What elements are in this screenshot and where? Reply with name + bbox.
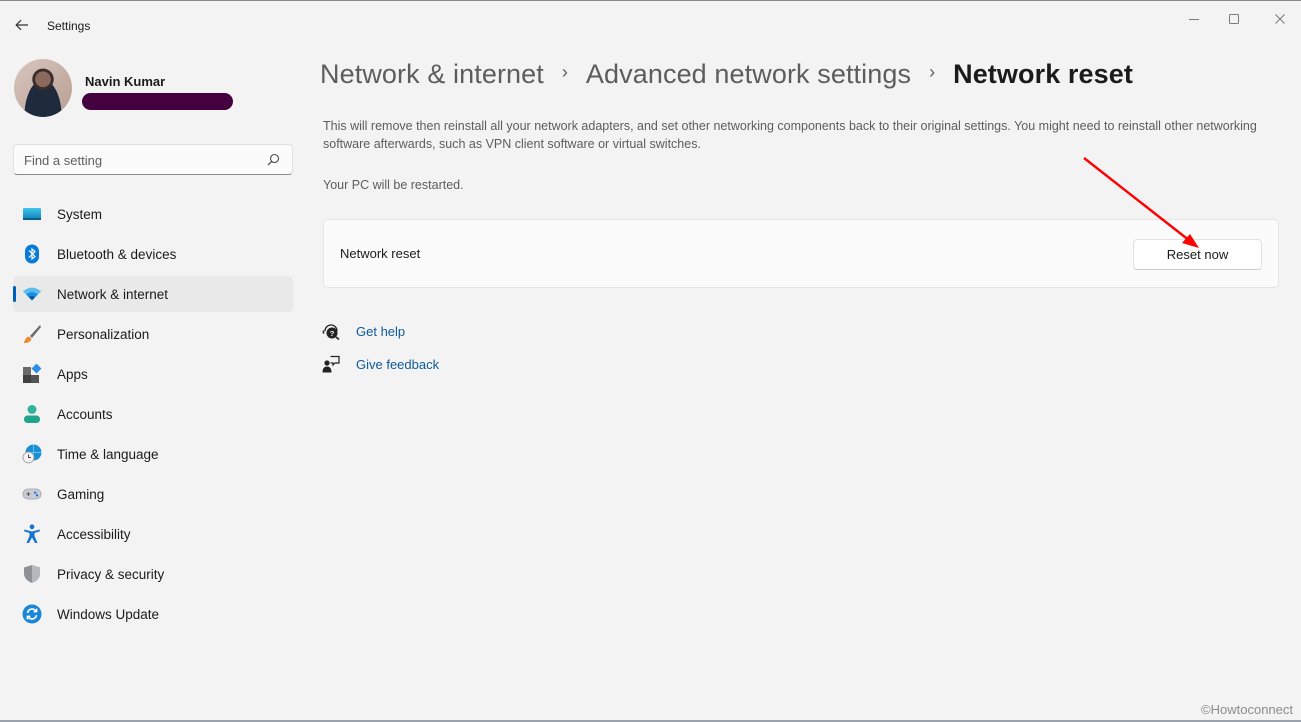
chevron-right-icon: › <box>561 62 568 82</box>
get-help-link[interactable]: Get help <box>356 324 405 339</box>
paintbrush-icon <box>22 324 42 344</box>
svg-text:?: ? <box>330 329 335 338</box>
accessibility-icon <box>22 524 42 544</box>
reset-description: This will remove then reinstall all your… <box>323 119 1257 151</box>
minimize-icon <box>1189 19 1199 20</box>
sidebar-item-label: System <box>57 207 103 222</box>
wifi-icon <box>22 284 42 304</box>
breadcrumb-network-internet[interactable]: Network & internet <box>320 59 544 90</box>
system-monitor-icon <box>22 204 42 224</box>
title-bar: Settings <box>0 1 1301 51</box>
sidebar-item-label: Personalization <box>57 327 150 342</box>
sidebar-item-system[interactable]: System <box>13 196 293 232</box>
breadcrumb: Network & internet › Advanced network se… <box>320 59 1133 90</box>
network-reset-label: Network reset <box>340 246 421 261</box>
sidebar-item-label: Network & internet <box>57 287 169 302</box>
sidebar-item-label: Apps <box>57 367 88 382</box>
sidebar-item-label: Accounts <box>57 407 113 422</box>
arrow-left-icon <box>15 19 28 31</box>
sidebar-item-label: Privacy & security <box>57 567 165 582</box>
back-button[interactable] <box>12 15 32 35</box>
search-box[interactable] <box>13 144 293 175</box>
reset-now-button[interactable]: Reset now <box>1133 239 1262 270</box>
apps-icon <box>22 364 42 384</box>
help-chat-icon: ? <box>322 324 340 340</box>
feedback-icon <box>322 355 340 373</box>
sidebar-item-label: Accessibility <box>57 527 131 542</box>
sidebar-item-personalization[interactable]: Personalization <box>13 316 293 352</box>
maximize-icon <box>1229 14 1239 24</box>
sidebar-item-windows-update[interactable]: Windows Update <box>13 596 293 632</box>
maximize-button[interactable] <box>1220 9 1248 29</box>
active-indicator <box>13 286 16 302</box>
give-feedback-row[interactable]: Give feedback <box>322 352 522 385</box>
breadcrumb-advanced-network-settings[interactable]: Advanced network settings <box>586 59 911 90</box>
user-name: Navin Kumar <box>85 74 166 89</box>
watermark: ©Howtoconnect <box>1201 702 1293 717</box>
sidebar-item-apps[interactable]: Apps <box>13 356 293 392</box>
sidebar-item-label: Time & language <box>57 447 159 462</box>
chevron-right-icon: › <box>929 62 936 82</box>
network-reset-card: Network reset Reset now <box>323 219 1279 288</box>
page-title: Network reset <box>953 59 1133 89</box>
give-feedback-link[interactable]: Give feedback <box>356 357 439 372</box>
app-title: Settings <box>47 19 91 33</box>
avatar[interactable] <box>14 59 72 117</box>
close-icon <box>1275 14 1285 24</box>
close-button[interactable] <box>1266 9 1294 29</box>
sidebar-item-label: Windows Update <box>57 607 160 622</box>
globe-clock-icon <box>22 444 42 464</box>
sidebar-item-privacy-security[interactable]: Privacy & security <box>13 556 293 592</box>
sidebar-item-time-language[interactable]: Time & language <box>13 436 293 472</box>
shield-icon <box>22 564 42 584</box>
person-icon <box>22 404 42 424</box>
minimize-button[interactable] <box>1180 9 1208 29</box>
search-icon[interactable] <box>267 153 280 166</box>
sidebar-item-label: Bluetooth & devices <box>57 247 177 262</box>
restart-note: Your PC will be restarted. <box>323 178 464 192</box>
search-input[interactable] <box>24 151 264 169</box>
bluetooth-icon <box>22 244 42 264</box>
sidebar-nav: System Bluetooth & devices Network & int… <box>13 196 293 636</box>
sidebar-item-network-internet[interactable]: Network & internet <box>13 276 293 312</box>
sidebar-item-label: Gaming <box>57 487 105 502</box>
sidebar-item-accounts[interactable]: Accounts <box>13 396 293 432</box>
sidebar-item-bluetooth-devices[interactable]: Bluetooth & devices <box>13 236 293 272</box>
get-help-row[interactable]: ? Get help <box>322 319 522 352</box>
sidebar-item-accessibility[interactable]: Accessibility <box>13 516 293 552</box>
user-email-redacted <box>82 93 233 110</box>
help-links: ? Get help Give feedback <box>322 319 522 385</box>
sidebar-item-gaming[interactable]: Gaming <box>13 476 293 512</box>
gamepad-icon <box>22 484 42 504</box>
update-sync-icon <box>22 604 42 624</box>
